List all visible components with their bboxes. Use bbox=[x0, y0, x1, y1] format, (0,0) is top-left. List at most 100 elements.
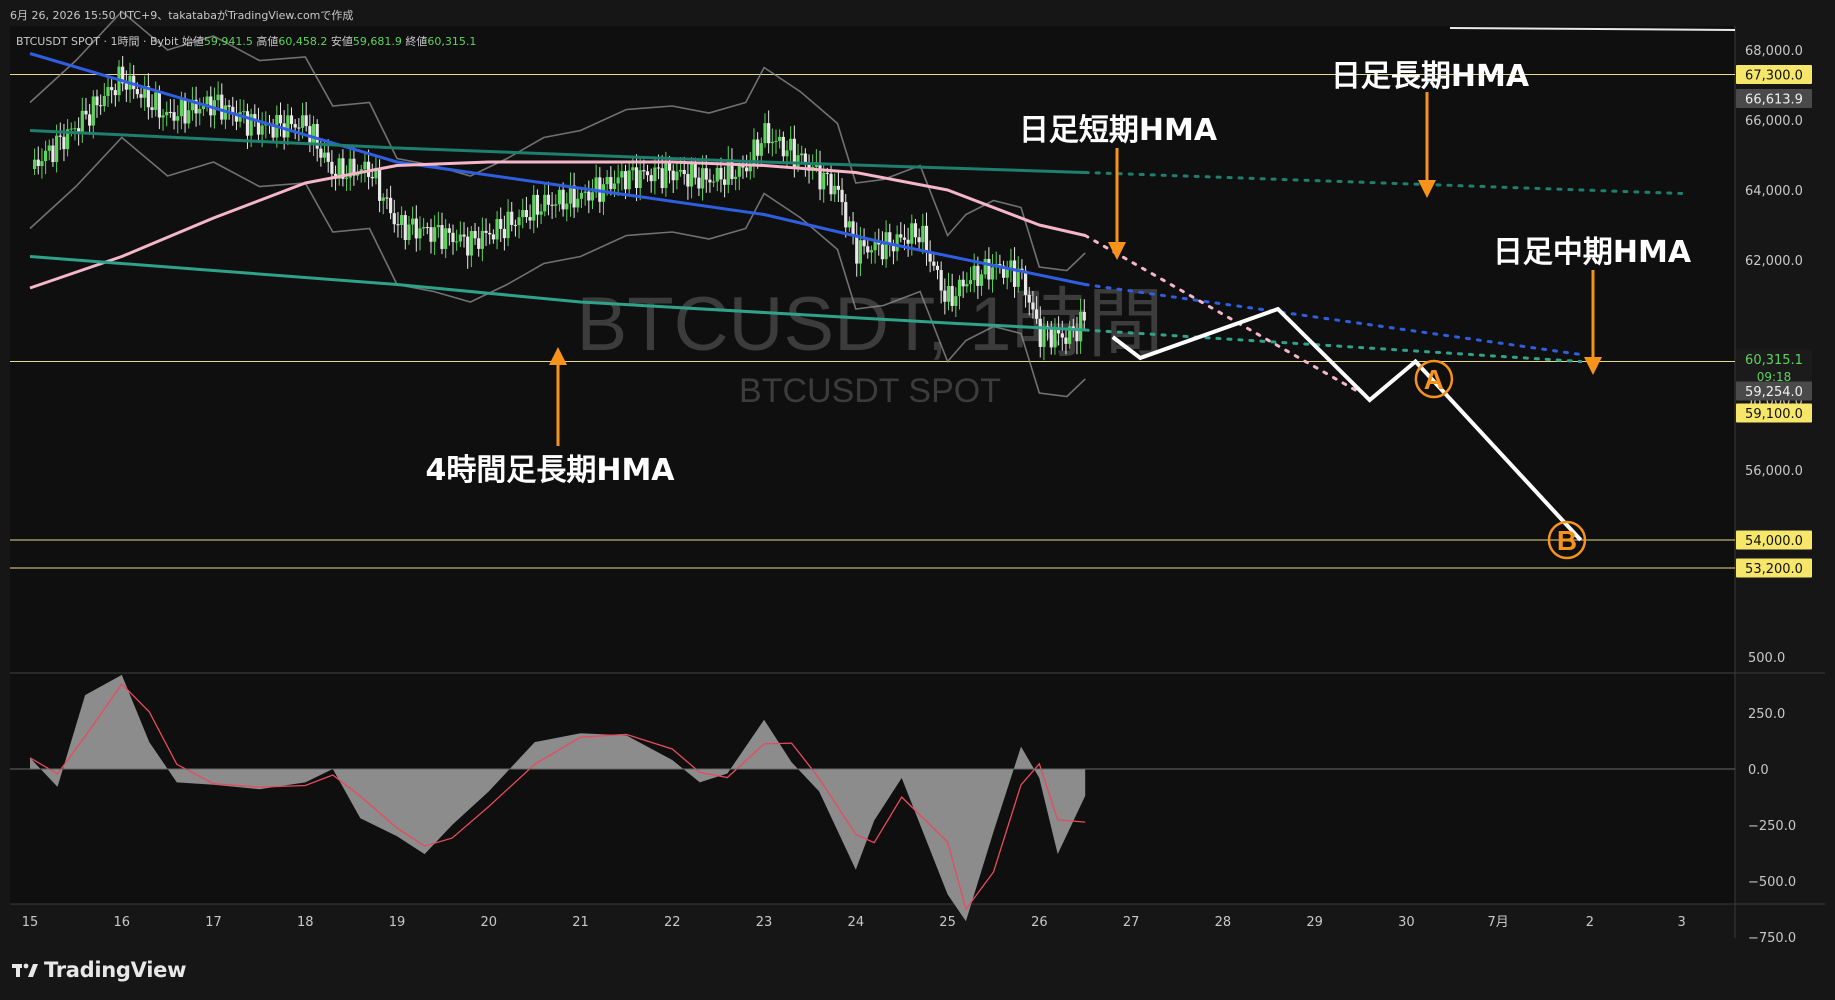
candle-body bbox=[554, 204, 558, 206]
candle-body bbox=[297, 127, 301, 129]
candle-body bbox=[862, 240, 866, 247]
candle-body bbox=[546, 194, 551, 205]
candle-body bbox=[943, 290, 947, 302]
candle-body bbox=[880, 244, 885, 260]
candle-body bbox=[1079, 311, 1083, 342]
candle-body bbox=[631, 167, 635, 171]
candle-body bbox=[411, 218, 415, 225]
candle-body bbox=[95, 96, 99, 106]
created-by-line: 6月 26, 2026 15:50 UTC+9、takatabaがTrading… bbox=[10, 9, 354, 22]
legend-part: 高値 bbox=[256, 34, 278, 48]
oscillator-tick-label: 500.0 bbox=[1748, 651, 1785, 666]
oscillator-tick-label: −500.0 bbox=[1748, 875, 1796, 890]
tradingview-logo[interactable]: TradingView bbox=[12, 958, 186, 982]
candle-body bbox=[510, 211, 514, 225]
candle-body bbox=[719, 167, 723, 180]
candle-body bbox=[370, 176, 374, 179]
candle-body bbox=[979, 274, 984, 286]
candle-body bbox=[286, 115, 290, 138]
candle-body bbox=[396, 224, 400, 226]
candle-body bbox=[69, 128, 73, 130]
candle-body bbox=[300, 115, 305, 128]
price-tag-label: 54,000.0 bbox=[1745, 534, 1803, 549]
candle-body bbox=[836, 185, 840, 190]
watermark-subtitle: BTCUSDT SPOT bbox=[739, 372, 1001, 410]
candle-body bbox=[179, 98, 184, 117]
candle-body bbox=[245, 111, 250, 136]
candle-body bbox=[656, 167, 661, 169]
candle-body bbox=[429, 227, 433, 242]
candle-body bbox=[407, 224, 411, 240]
candle-body bbox=[418, 228, 422, 239]
candle-body bbox=[1049, 328, 1053, 348]
chart-canvas[interactable]: BTCUSDT, 1時間 BTCUSDT SPOT A B 日足長期HMA 日足短期… bbox=[0, 0, 1835, 1000]
candle-body bbox=[774, 140, 778, 142]
candle-body bbox=[767, 123, 771, 144]
candle-body bbox=[495, 219, 499, 240]
candle-body bbox=[1082, 311, 1086, 321]
candle-body bbox=[902, 237, 907, 240]
candle-body bbox=[561, 189, 565, 210]
candle-body bbox=[414, 218, 418, 239]
candle-body bbox=[957, 279, 962, 297]
candle-body bbox=[381, 197, 385, 201]
candle-body bbox=[634, 167, 639, 189]
candle-body bbox=[330, 161, 334, 174]
legend-part: BTCUSDT SPOT · 1時間 · Bybit bbox=[16, 35, 182, 48]
time-tick-label: 2 bbox=[1586, 915, 1594, 930]
candle-body bbox=[260, 125, 264, 135]
candle-body bbox=[869, 250, 874, 253]
price-tag-label: 53,200.0 bbox=[1745, 562, 1803, 577]
candle-body bbox=[106, 87, 110, 96]
candle-body bbox=[43, 150, 48, 162]
candle-body bbox=[833, 185, 837, 195]
price-tag-label: 59,254.0 bbox=[1745, 385, 1803, 400]
candle-body bbox=[627, 170, 631, 190]
candle-body bbox=[84, 110, 88, 115]
candle-body bbox=[1023, 270, 1028, 295]
candle-body bbox=[403, 215, 407, 240]
candle-body bbox=[579, 192, 584, 199]
candle-body bbox=[921, 225, 925, 243]
candle-body bbox=[198, 108, 202, 114]
candle-body bbox=[242, 111, 246, 113]
candle-body bbox=[521, 210, 525, 218]
candle-body bbox=[847, 221, 852, 228]
legend-part: 59,941.5 bbox=[204, 35, 256, 48]
candle-body bbox=[678, 169, 683, 172]
time-tick-label: 18 bbox=[297, 915, 314, 930]
candle-body bbox=[187, 110, 191, 124]
candle-body bbox=[565, 203, 569, 210]
candle-body bbox=[389, 197, 393, 214]
candle-body bbox=[524, 210, 529, 218]
candle-body bbox=[466, 236, 470, 256]
annotation-label: 日足中期HMA bbox=[1493, 235, 1692, 270]
oscillator-tick-label: 250.0 bbox=[1748, 707, 1785, 722]
candle-body bbox=[550, 204, 554, 206]
candle-body bbox=[660, 168, 664, 188]
candle-body bbox=[642, 170, 646, 172]
candle-body bbox=[745, 167, 749, 172]
candle-body bbox=[789, 138, 793, 151]
tradingview-logo-icon bbox=[12, 963, 38, 977]
candle-body bbox=[697, 177, 701, 189]
price-tag-label: 67,300.0 bbox=[1745, 69, 1803, 84]
candle-body bbox=[400, 215, 404, 226]
candle-body bbox=[517, 217, 521, 226]
candle-body bbox=[484, 230, 488, 233]
candle-body bbox=[135, 88, 139, 95]
candle-body bbox=[110, 87, 114, 91]
candle-body bbox=[965, 284, 969, 287]
candle-body bbox=[671, 170, 675, 181]
candle-body bbox=[983, 258, 987, 275]
candle-body bbox=[844, 202, 848, 228]
candle-body bbox=[763, 123, 767, 144]
price-tick-label: 64,000.0 bbox=[1745, 184, 1803, 199]
candle-body bbox=[950, 286, 954, 306]
candle-body bbox=[473, 231, 477, 239]
candle-body bbox=[587, 191, 591, 201]
candle-body bbox=[51, 145, 55, 163]
candle-body bbox=[557, 189, 562, 205]
candle-body bbox=[293, 124, 297, 128]
candle-body bbox=[855, 234, 859, 264]
